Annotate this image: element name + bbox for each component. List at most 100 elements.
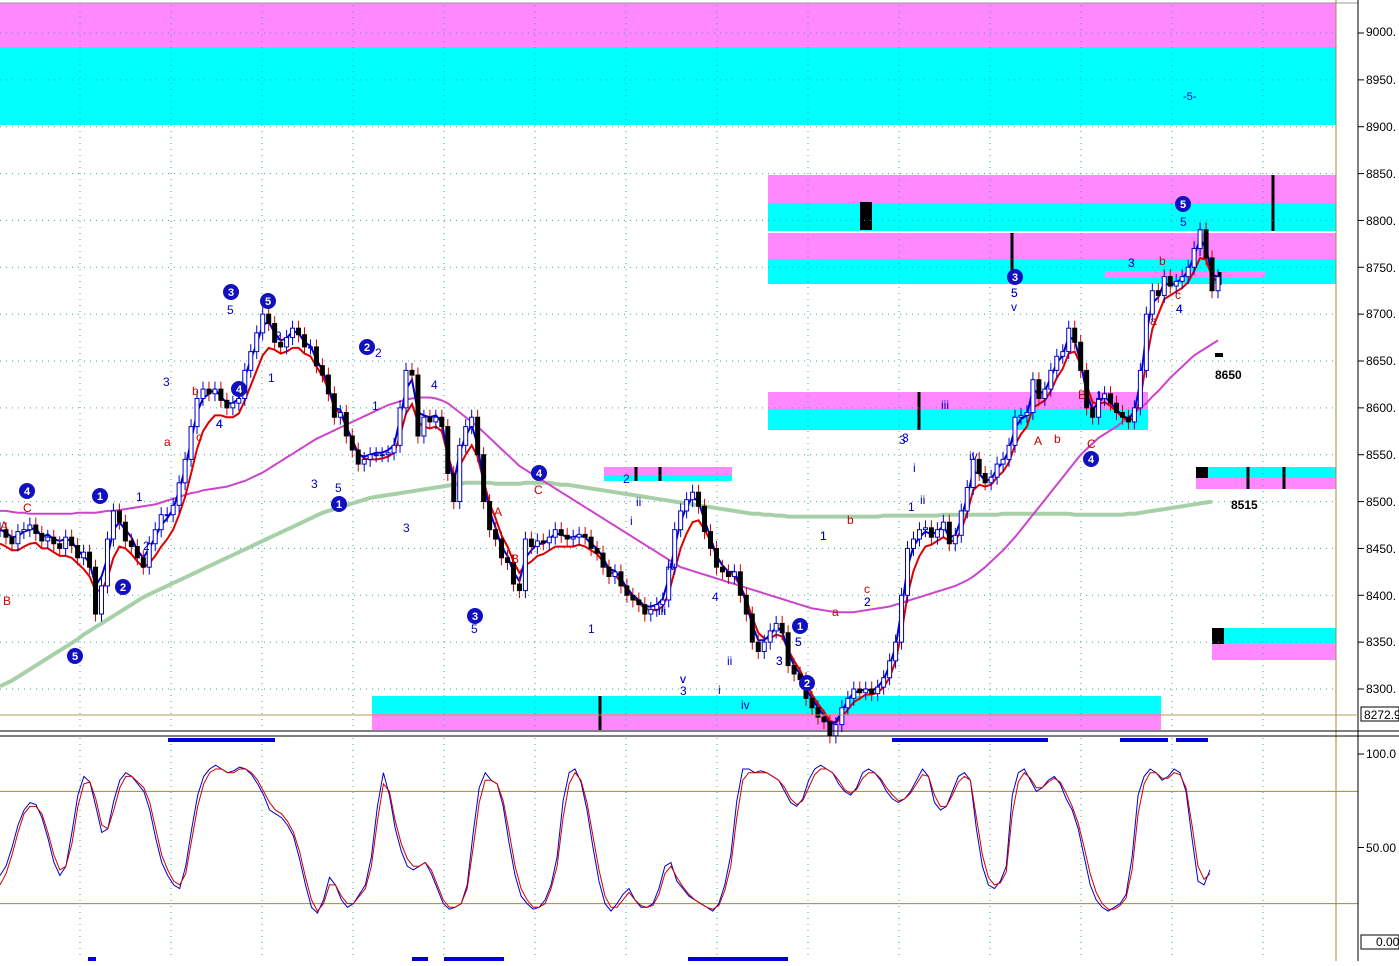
price-candle (134, 546, 140, 559)
price-candle (612, 571, 618, 578)
price-candle (319, 365, 325, 376)
price-candle (1012, 416, 1018, 446)
price-candle (905, 547, 911, 596)
price-candle (367, 454, 373, 460)
price-candle (182, 458, 188, 484)
price-candle (642, 604, 648, 615)
circled-marker-label: 1 (336, 499, 342, 511)
price-tick: 8700. (1366, 307, 1396, 321)
price-candle (200, 388, 206, 399)
price-candle (761, 641, 767, 653)
wave-label: iv (667, 559, 676, 573)
price-candle (839, 707, 845, 726)
price-candle (678, 510, 684, 531)
wave-label: 4 (431, 378, 438, 392)
price-candle (110, 510, 116, 540)
price-candle (409, 369, 415, 376)
wave-label: a (1150, 314, 1157, 328)
price-candle (916, 529, 922, 540)
price-candle (1167, 276, 1173, 287)
wave-label: 5 (1180, 215, 1187, 229)
price-candle (391, 444, 397, 454)
price-candle (27, 524, 33, 531)
wave-label: ii (920, 493, 925, 507)
wave-label: iv (741, 698, 750, 712)
price-candle (1125, 416, 1131, 423)
target-zone (0, 47, 1336, 125)
price-candle (731, 571, 737, 578)
price-candle (45, 536, 51, 542)
circled-marker-label: 4 (24, 486, 31, 498)
price-candle (767, 630, 773, 643)
price-candle (170, 504, 176, 516)
price-candle (69, 536, 75, 547)
wave-label: i (630, 514, 633, 528)
price-candle (779, 622, 785, 634)
signal-mark (444, 957, 504, 961)
target-zone (1196, 478, 1336, 489)
circled-marker-label: 4 (536, 468, 543, 480)
price-candle (540, 540, 546, 544)
price-candle (445, 426, 451, 474)
price-candle (1048, 369, 1054, 390)
price-candle (702, 505, 708, 533)
price-candle (952, 534, 958, 545)
price-candle (481, 454, 487, 503)
price-candle (9, 536, 15, 545)
price-candle (749, 613, 755, 643)
price-candle (248, 351, 254, 371)
wave-label: B (511, 552, 519, 566)
price-candle (254, 332, 260, 353)
price-candle (970, 458, 976, 489)
price-tick: 9000. (1366, 25, 1396, 39)
price-candle (307, 346, 313, 349)
price-candle (833, 724, 839, 737)
price-candle (212, 388, 218, 395)
signal-mark (168, 738, 275, 742)
price-candle (737, 571, 743, 596)
price-tick: 8450. (1366, 542, 1396, 556)
price-candle (93, 566, 99, 615)
circled-marker-label: 2 (804, 678, 810, 690)
price-candle (433, 416, 439, 423)
wave-label: c (196, 430, 202, 444)
price-candle (379, 454, 385, 457)
price-candle (976, 458, 982, 474)
price-candle (928, 527, 934, 538)
target-zone (372, 713, 1161, 730)
circled-marker-label: 1 (97, 491, 103, 503)
price-candle (1102, 393, 1108, 399)
price-candle (373, 454, 379, 457)
price-tick: 8300. (1366, 682, 1396, 696)
signal-mark (88, 957, 96, 961)
marker-block (1196, 467, 1208, 478)
circled-marker-label: 2 (120, 582, 126, 594)
circled-marker-label: 5 (265, 296, 271, 308)
wave-label: A (0, 519, 8, 533)
wave-label: A (1034, 434, 1042, 448)
band-label: -5- (1183, 91, 1197, 103)
price-candle (552, 529, 558, 538)
price-candle (708, 531, 713, 549)
price-candle (1215, 276, 1221, 292)
wave-label: C (23, 501, 32, 515)
price-candle (415, 374, 421, 437)
wave-label: b (847, 513, 854, 527)
price-candle (128, 540, 134, 548)
wave-label: i (913, 461, 916, 475)
circled-marker-label: 5 (72, 651, 78, 663)
price-candle (33, 524, 39, 534)
price-candle (51, 536, 57, 545)
price-candle (122, 521, 128, 542)
price-candle (964, 487, 970, 512)
price-candle (463, 426, 469, 446)
price-candle (1042, 388, 1048, 399)
price-candle (648, 608, 654, 615)
price-candle (845, 697, 851, 709)
price-candle (713, 547, 719, 568)
price-candle (439, 416, 445, 428)
price-candle (570, 536, 576, 540)
target-zone (372, 696, 1161, 713)
price-candle (343, 412, 349, 437)
wave-label: iv (969, 449, 978, 463)
